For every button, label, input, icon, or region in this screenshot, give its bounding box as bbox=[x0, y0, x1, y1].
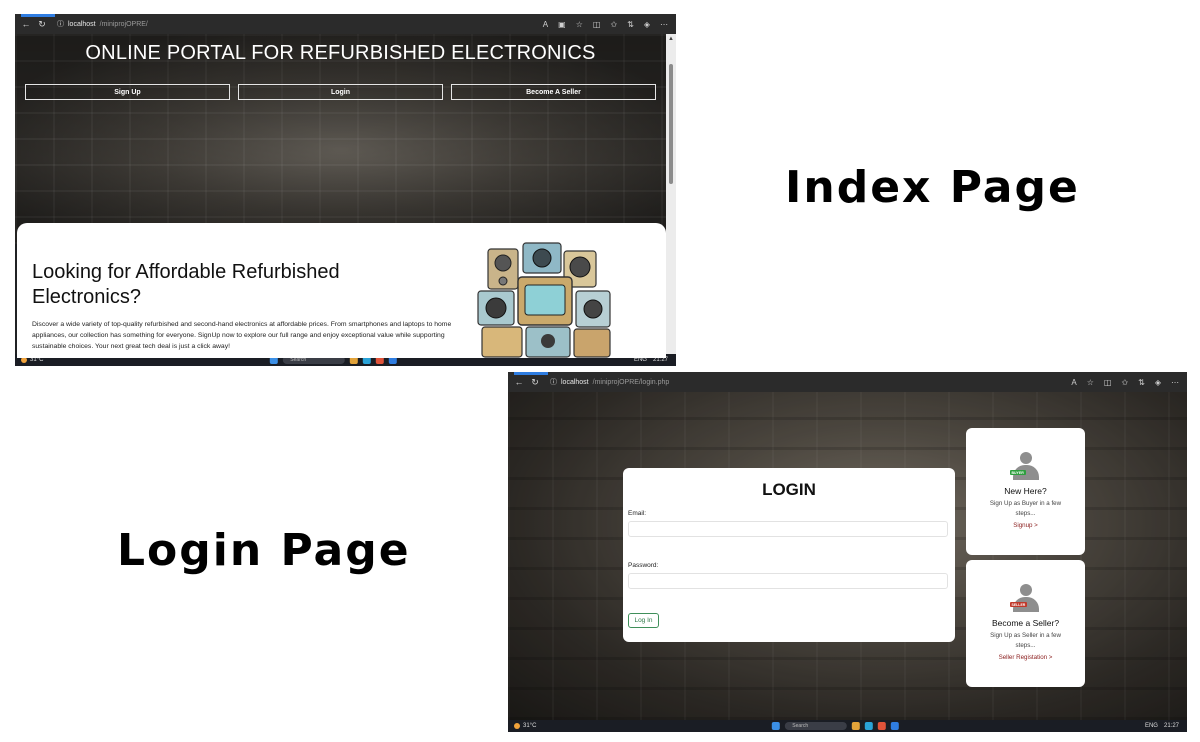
site-info-icon[interactable]: ⓘ bbox=[57, 19, 64, 29]
extensions-icon[interactable]: ⇅ bbox=[1138, 378, 1145, 387]
favorite-star-icon[interactable]: ☆ bbox=[1087, 378, 1094, 387]
index-page-screenshot: ← ↻ ⓘ localhost/miniprojOPRE/ A ▣ ☆ ◫ ✩ … bbox=[15, 14, 676, 366]
hero-section: ONLINE PORTAL FOR REFURBISHED ELECTRONIC… bbox=[15, 34, 666, 244]
buyer-card-title: New Here? bbox=[1004, 486, 1047, 496]
seller-avatar-icon: SELLER bbox=[1009, 584, 1041, 614]
favorites-icon[interactable]: ✩ bbox=[610, 20, 617, 29]
split-view-icon[interactable]: ◫ bbox=[593, 20, 601, 29]
read-aloud-icon[interactable]: A bbox=[543, 20, 548, 29]
password-label: Password: bbox=[628, 562, 659, 569]
weather-temp: 31°C bbox=[523, 723, 537, 729]
favorites-icon[interactable]: ✩ bbox=[1121, 378, 1128, 387]
url-path: /miniprojOPRE/ bbox=[99, 20, 148, 28]
refresh-icon[interactable]: ↻ bbox=[530, 377, 540, 388]
login-title: LOGIN bbox=[762, 480, 816, 499]
scroll-up-icon[interactable]: ▲ bbox=[668, 36, 674, 42]
buyer-badge: BUYER bbox=[1009, 470, 1026, 475]
office-icon[interactable] bbox=[877, 722, 886, 730]
vscode-icon[interactable] bbox=[890, 722, 899, 730]
address-bar[interactable]: ⓘ localhost/miniprojOPRE/ bbox=[53, 17, 537, 31]
url-host: localhost bbox=[561, 378, 589, 386]
active-tab-indicator bbox=[21, 14, 55, 17]
seller-badge: SELLER bbox=[1009, 602, 1028, 607]
email-label: Email: bbox=[628, 510, 647, 517]
login-page-screenshot: ← ↻ ⓘ localhost/miniprojOPRE/login.php A… bbox=[508, 372, 1187, 732]
language-indicator[interactable]: ENG bbox=[1145, 723, 1158, 729]
url-path: /miniprojOPRE/login.php bbox=[592, 378, 670, 386]
buyer-avatar-icon: BUYER bbox=[1009, 452, 1041, 482]
refresh-icon[interactable]: ↻ bbox=[37, 19, 47, 30]
buyer-signup-card: BUYER New Here? Sign Up as Buyer in a fe… bbox=[966, 428, 1085, 555]
more-icon[interactable]: ⋯ bbox=[1171, 378, 1179, 387]
intro-heading: Looking for Affordable Refurbished Elect… bbox=[32, 261, 340, 308]
hero-buttons: Sign Up Login Become A Seller bbox=[25, 84, 656, 100]
buyer-signup-link[interactable]: Signup > bbox=[966, 522, 1085, 529]
edge-icon[interactable] bbox=[864, 722, 873, 730]
read-aloud-icon[interactable]: A bbox=[1071, 378, 1076, 387]
scrollbar-thumb[interactable] bbox=[669, 64, 673, 184]
os-taskbar: 31°C Search ENG 21:27 bbox=[508, 720, 1187, 732]
hero-title: ONLINE PORTAL FOR REFURBISHED ELECTRONIC… bbox=[85, 42, 596, 64]
start-icon[interactable] bbox=[771, 722, 780, 730]
address-bar[interactable]: ⓘ localhost/miniprojOPRE/login.php bbox=[546, 375, 1065, 389]
intro-card: Looking for Affordable Refurbished Elect… bbox=[17, 223, 666, 358]
login-form: LOGIN Email: Password: Log In bbox=[623, 468, 955, 642]
email-field[interactable] bbox=[628, 521, 948, 537]
become-seller-button[interactable]: Become A Seller bbox=[451, 84, 656, 100]
index-page-label: Index Page bbox=[785, 162, 1080, 213]
seller-card-description: Sign Up as Seller in a few steps... bbox=[990, 632, 1061, 649]
back-icon[interactable]: ← bbox=[514, 377, 524, 387]
scrollbar[interactable]: ▲ bbox=[666, 34, 676, 354]
electronics-illustration bbox=[477, 242, 611, 358]
favorite-star-icon[interactable]: ☆ bbox=[576, 20, 583, 29]
active-tab-indicator bbox=[514, 372, 548, 375]
copilot-icon[interactable]: ◈ bbox=[644, 20, 650, 29]
clock[interactable]: 21:27 bbox=[1164, 723, 1179, 729]
login-submit-button[interactable]: Log In bbox=[628, 613, 659, 628]
weather-icon bbox=[514, 723, 520, 729]
file-explorer-icon[interactable] bbox=[851, 722, 860, 730]
weather-widget[interactable]: 31°C bbox=[514, 723, 536, 729]
taskbar-search[interactable]: Search bbox=[784, 722, 847, 730]
more-icon[interactable]: ⋯ bbox=[660, 20, 668, 29]
buyer-card-description: Sign Up as Buyer in a few steps... bbox=[989, 500, 1062, 517]
copilot-icon[interactable]: ◈ bbox=[1155, 378, 1161, 387]
back-icon[interactable]: ← bbox=[21, 19, 31, 29]
browser-toolbar: ← ↻ ⓘ localhost/miniprojOPRE/ A ▣ ☆ ◫ ✩ … bbox=[15, 14, 676, 34]
intro-paragraph: Discover a wide variety of top-quality r… bbox=[32, 321, 452, 350]
login-page-label: Login Page bbox=[117, 525, 411, 576]
split-view-icon[interactable]: ◫ bbox=[1104, 378, 1112, 387]
seller-signup-card: SELLER Become a Seller? Sign Up as Selle… bbox=[966, 560, 1085, 687]
signup-button[interactable]: Sign Up bbox=[25, 84, 230, 100]
site-info-icon[interactable]: ⓘ bbox=[550, 377, 557, 387]
extensions-icon[interactable]: ⇅ bbox=[627, 20, 634, 29]
login-button[interactable]: Login bbox=[238, 84, 443, 100]
seller-registration-link[interactable]: Seller Registation > bbox=[966, 654, 1085, 661]
app-icon[interactable]: ▣ bbox=[558, 20, 566, 29]
browser-toolbar: ← ↻ ⓘ localhost/miniprojOPRE/login.php A… bbox=[508, 372, 1187, 392]
url-host: localhost bbox=[68, 20, 96, 28]
password-field[interactable] bbox=[628, 573, 948, 589]
seller-card-title: Become a Seller? bbox=[991, 618, 1060, 628]
